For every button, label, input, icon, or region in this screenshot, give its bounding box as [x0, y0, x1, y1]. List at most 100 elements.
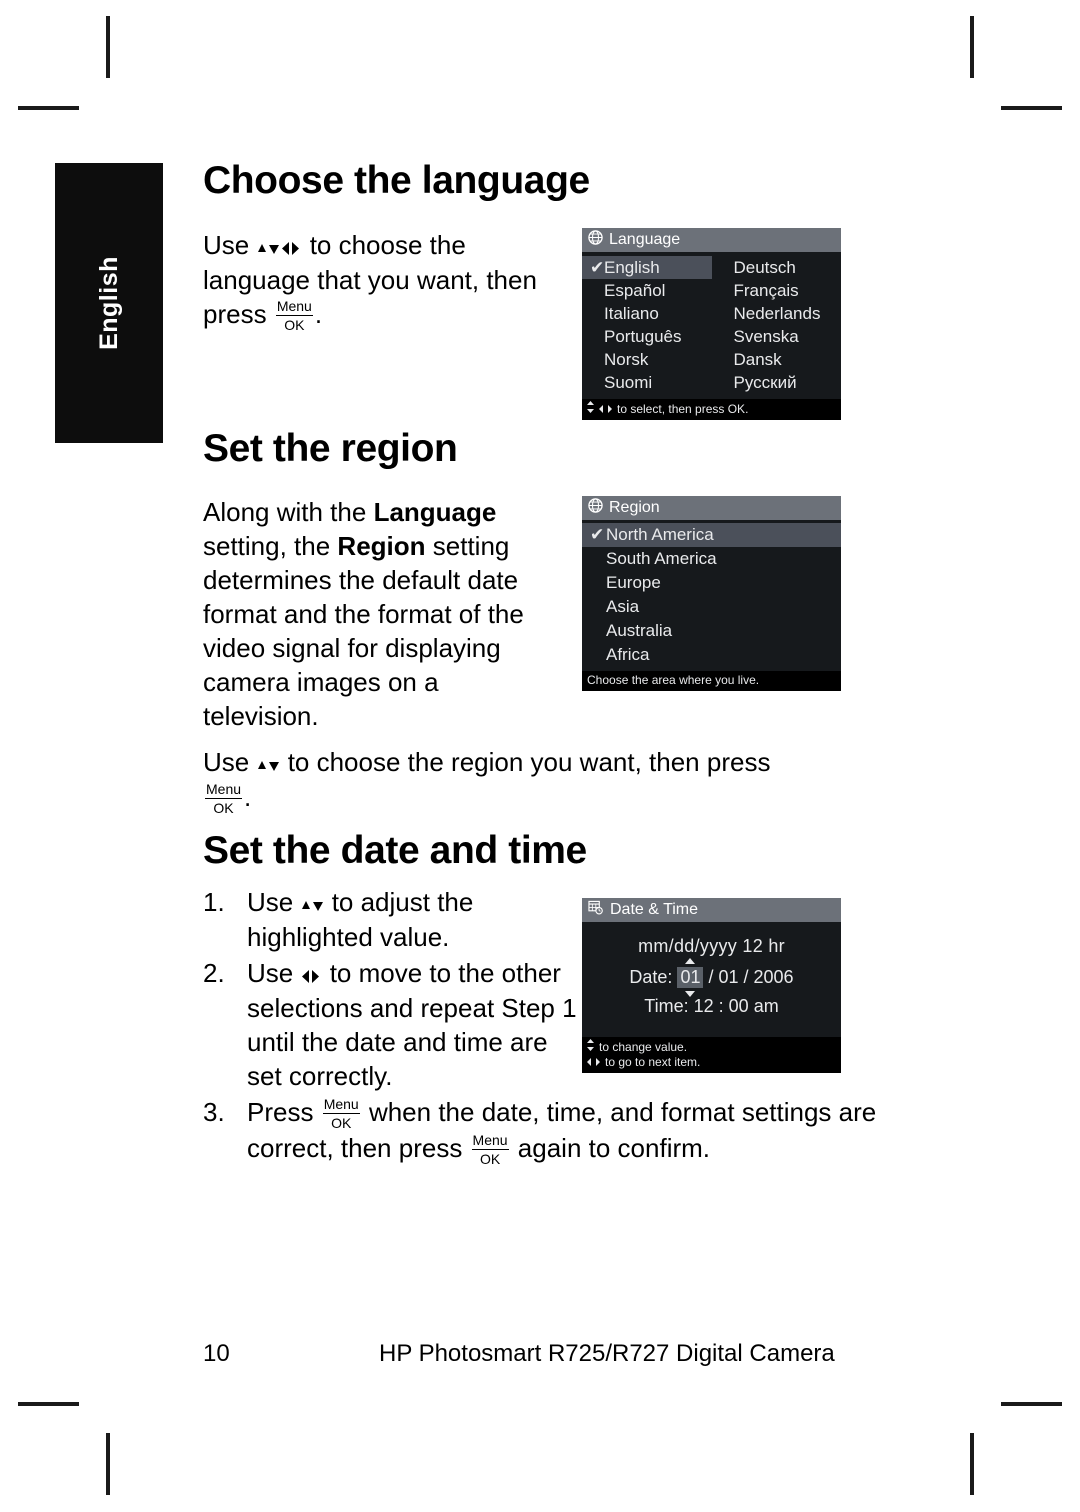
region-option-europe[interactable]: Europe — [582, 571, 841, 595]
language-options-grid: ✔ English Deutsch Español Français Italia… — [582, 252, 841, 399]
menu-ok-top: Menu — [275, 298, 313, 316]
region-option-africa[interactable]: Africa — [582, 643, 841, 667]
date-time-screen-footer-hint: to change value. to go to next item. — [582, 1037, 841, 1073]
region-para-a: Along with the — [203, 497, 374, 527]
menu-ok-top: Menu — [471, 1132, 509, 1150]
language-option-italiano[interactable]: Italiano — [582, 302, 712, 325]
menu-ok-button-symbol: Menu OK — [275, 298, 313, 333]
leftright-hint-icon — [587, 1055, 600, 1070]
crop-mark-top-left-horizontal — [18, 106, 79, 110]
step-3-number: 3. — [203, 1097, 225, 1127]
region-option-label: Australia — [606, 621, 673, 640]
up-down-arrows-icon — [300, 886, 324, 920]
crop-mark-top-right-vertical — [970, 16, 974, 78]
hint-change-value: to change value. — [587, 1039, 836, 1055]
language-screen-footer-hint: to select, then press OK. — [582, 399, 841, 420]
language-option-label: English — [604, 257, 660, 277]
region-option-label: South America — [606, 549, 717, 568]
calendar-clock-icon — [588, 900, 604, 920]
region-instruction-mid: to choose the region you want, then pres… — [280, 747, 771, 777]
language-camera-screen: Language ✔ English Deutsch Español França… — [582, 228, 841, 420]
language-option-svenska[interactable]: Svenska — [712, 325, 842, 348]
language-option-nederlands[interactable]: Nederlands — [712, 302, 842, 325]
region-para-c: setting, the — [203, 531, 338, 561]
language-option-norsk[interactable]: Norsk — [582, 348, 712, 371]
language-screen-title-bar: Language — [582, 228, 841, 252]
page-title-set-the-date-and-time: Set the date and time — [203, 829, 587, 872]
date-month-value: 01 — [680, 967, 701, 987]
region-description-paragraph: Along with the Language setting, the Reg… — [203, 495, 553, 733]
date-time-camera-screen: Date & Time mm/dd/yyyy 12 hr Date: 01 / … — [582, 898, 841, 1073]
date-time-screen-title-bar: Date & Time — [582, 898, 841, 922]
step-2-pre: Use — [247, 958, 301, 988]
language-side-tab: English — [55, 163, 163, 443]
date-time-screen-title: Date & Time — [610, 901, 699, 918]
language-option-espanol[interactable]: Español — [582, 279, 712, 302]
globe-icon — [588, 498, 603, 518]
region-footer-hint-text: Choose the area where you live. — [587, 673, 760, 687]
menu-ok-top: Menu — [205, 781, 243, 799]
step-1-text: Use to adjust the highlighted value. — [247, 885, 577, 954]
menu-ok-bottom: OK — [284, 317, 305, 333]
language-option-label: Suomi — [604, 372, 653, 392]
page-title-choose-the-language: Choose the language — [203, 159, 590, 202]
menu-ok-button-symbol: Menu OK — [471, 1132, 509, 1167]
menu-ok-button-symbol: Menu OK — [322, 1097, 360, 1131]
up-down-arrows-icon — [256, 229, 280, 263]
language-option-label: Norsk — [604, 349, 649, 369]
crop-mark-top-right-horizontal — [1001, 106, 1062, 110]
date-label: Date: — [629, 967, 673, 987]
left-right-arrows-icon — [280, 229, 302, 263]
left-right-arrows-icon — [300, 957, 322, 991]
language-option-label: Русский — [733, 372, 797, 392]
page-number: 10 — [203, 1340, 230, 1367]
check-icon: ✔ — [590, 257, 605, 277]
menu-ok-bottom: OK — [331, 1115, 352, 1131]
region-option-north-america[interactable]: ✔ North America — [582, 523, 841, 547]
language-option-label: Français — [733, 280, 799, 300]
step-3-a: Press — [247, 1097, 321, 1127]
region-options-list: ✔ North America South America Europe Asia… — [582, 520, 841, 671]
menu-ok-bottom: OK — [479, 1151, 501, 1167]
language-option-english[interactable]: ✔ English — [582, 256, 712, 279]
step-1-pre: Use — [247, 887, 301, 917]
date-month-field[interactable]: 01 — [677, 958, 704, 997]
step-2-text: Use to move to the other selections and … — [247, 956, 577, 1093]
crop-mark-bottom-left-vertical — [106, 1433, 110, 1495]
region-para-region-bold: Region — [337, 531, 426, 561]
date-format-line: mm/dd/yyyy 12 hr — [638, 936, 785, 956]
region-option-label: Asia — [606, 597, 640, 616]
menu-ok-button-symbol: Menu OK — [205, 781, 243, 816]
time-label: Time: — [644, 996, 689, 1016]
step-2-number: 2. — [203, 958, 225, 988]
region-option-asia[interactable]: Asia — [582, 595, 841, 619]
step-3-c: again to confirm. — [510, 1133, 711, 1163]
side-tab-label: English — [94, 256, 123, 350]
region-screen-title: Region — [609, 499, 660, 516]
time-value[interactable]: 12 : 00 am — [694, 996, 779, 1016]
language-footer-hint-text: to select, then press OK. — [617, 401, 749, 416]
date-time-screen-body: mm/dd/yyyy 12 hr Date: 01 / 01 / 2006 Ti… — [582, 922, 841, 1037]
region-instruction-pre: Use — [203, 747, 257, 777]
region-para-e: setting determines the default date form… — [203, 531, 524, 731]
region-instruction-post: . — [244, 782, 252, 812]
language-option-label: Deutsch — [733, 257, 796, 277]
date-rest-value[interactable]: / 01 / 2006 — [709, 967, 794, 987]
language-option-deutsch[interactable]: Deutsch — [712, 256, 842, 279]
language-option-label: Português — [604, 326, 682, 346]
language-option-label: Español — [604, 280, 666, 300]
language-option-francais[interactable]: Français — [712, 279, 842, 302]
step-3: 3. Press Menu OK when the date, time, and… — [203, 1095, 883, 1168]
language-option-suomi[interactable]: Suomi — [582, 371, 712, 394]
region-option-australia[interactable]: Australia — [582, 619, 841, 643]
updown-hint-icon — [587, 401, 594, 417]
date-row: Date: 01 / 01 / 2006 — [582, 958, 841, 997]
language-instruction-pre: Use — [203, 230, 257, 260]
language-option-label: Svenska — [733, 326, 799, 346]
region-option-south-america[interactable]: South America — [582, 547, 841, 571]
language-option-russian[interactable]: Русский — [712, 371, 842, 394]
region-option-label: Africa — [606, 645, 650, 664]
language-option-dansk[interactable]: Dansk — [712, 348, 842, 371]
language-option-portugues[interactable]: Português — [582, 325, 712, 348]
caret-up-icon — [685, 958, 696, 964]
